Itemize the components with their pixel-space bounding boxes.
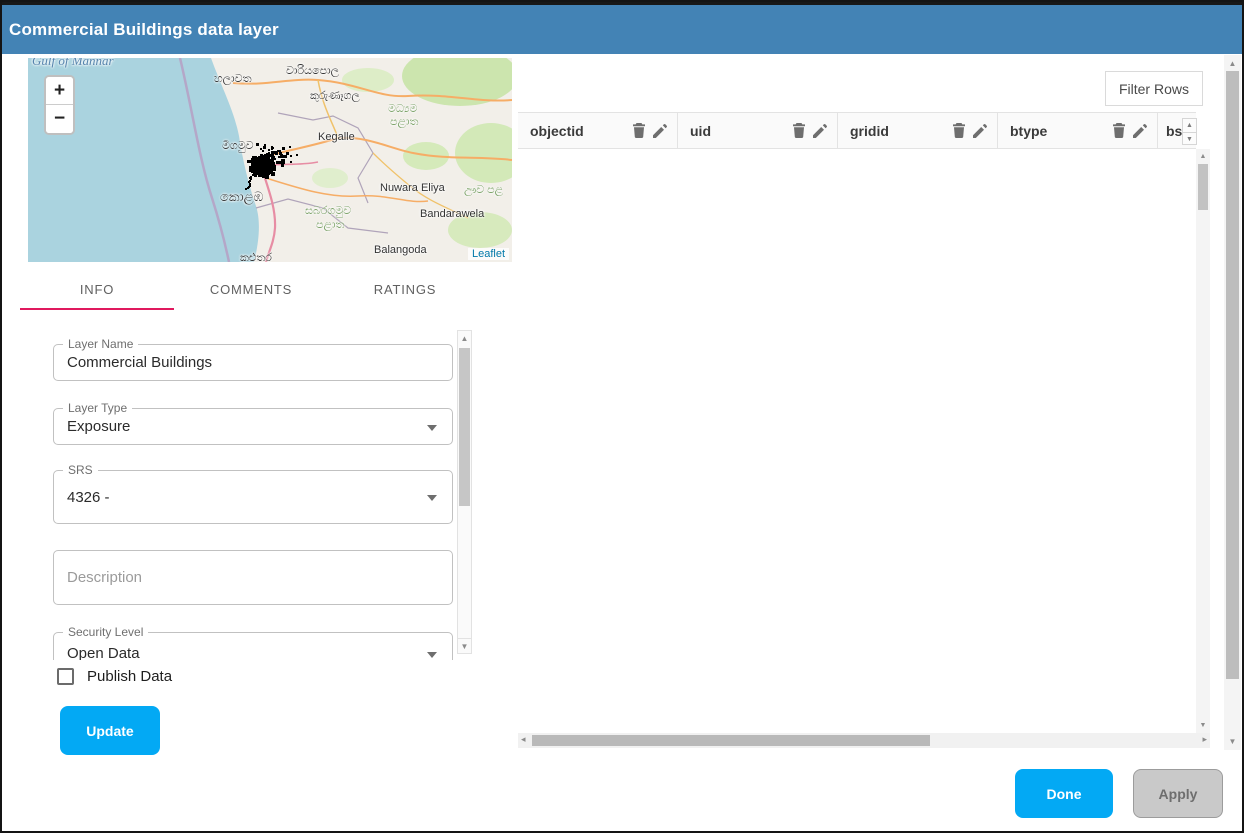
map[interactable]: Gulf of Mannar හලාවත වාරියපොල කුරුණෑගල මධ්‍ය…: [28, 58, 512, 262]
apply-button[interactable]: Apply: [1133, 769, 1223, 818]
delete-column-icon[interactable]: [632, 123, 646, 138]
scroll-left-icon[interactable]: ◂: [521, 734, 526, 745]
edit-column-icon[interactable]: [973, 124, 987, 138]
security-level-select[interactable]: Security Level Open Data: [53, 632, 453, 660]
map-zoom-out-button[interactable]: −: [46, 105, 73, 133]
tab-comments[interactable]: COMMENTS: [174, 268, 328, 310]
dialog: Commercial Buildings data layer Gulf o: [0, 0, 1244, 833]
dialog-scrollbar[interactable]: ▲ ▼: [1224, 55, 1241, 750]
column-header-gridid[interactable]: gridid: [838, 113, 998, 148]
table-vertical-scrollbar[interactable]: ▲ ▼: [1196, 149, 1210, 733]
map-place-label: මීගමුව: [222, 140, 254, 153]
column-header-bs[interactable]: bs▲▼: [1158, 113, 1196, 148]
dialog-title: Commercial Buildings data layer: [9, 20, 279, 40]
map-place-label: Balangoda: [374, 244, 427, 256]
scroll-down-icon[interactable]: ▼: [1224, 737, 1241, 746]
map-place-label: කුරුණෑගල: [310, 90, 360, 103]
layer-name-input[interactable]: [54, 345, 452, 380]
srs-value: 4326 -: [67, 471, 422, 523]
map-place-label: සබරගමුව: [305, 205, 351, 218]
publish-data-checkbox[interactable]: [57, 668, 74, 685]
form-scrollbar[interactable]: ▲ ▼: [457, 330, 472, 654]
layer-type-value: Exposure: [67, 409, 422, 444]
scroll-up-icon[interactable]: ▲: [458, 334, 471, 343]
column-header-objectid[interactable]: objectid: [518, 113, 678, 148]
map-place-label: හලාවත: [214, 73, 252, 86]
column-sort-spinner[interactable]: ▲▼: [1182, 118, 1197, 145]
publish-data-row: Publish Data: [57, 668, 172, 685]
column-header-label: gridid: [850, 123, 889, 139]
map-place-label: කළුතර: [240, 252, 272, 262]
dropdown-arrow-icon: [427, 652, 437, 658]
srs-select[interactable]: SRS 4326 -: [53, 470, 453, 524]
filter-rows-button[interactable]: Filter Rows: [1105, 71, 1203, 106]
description-input[interactable]: [54, 551, 452, 604]
table-hscrollbar-thumb[interactable]: [532, 735, 930, 746]
column-header-label: btype: [1010, 123, 1047, 139]
scroll-down-icon[interactable]: ▼: [1196, 722, 1210, 729]
map-place-label: Nuwara Eliya: [380, 182, 445, 194]
map-place-label: ඌව පළ: [464, 184, 503, 197]
map-place-label: Gulf of Mannar: [32, 58, 114, 69]
delete-column-icon[interactable]: [952, 123, 966, 138]
sort-up-icon[interactable]: ▲: [1183, 119, 1196, 133]
edit-column-icon[interactable]: [813, 124, 827, 138]
tab-comments-label: COMMENTS: [210, 282, 292, 297]
map-place-label: පළාත: [390, 116, 418, 129]
table-horizontal-scrollbar[interactable]: ◂ ▸: [518, 733, 1210, 748]
map-zoom-in-button[interactable]: +: [46, 77, 73, 105]
publish-data-label: Publish Data: [87, 668, 172, 685]
column-header-label: objectid: [530, 123, 584, 139]
scroll-right-icon[interactable]: ▸: [1202, 734, 1207, 745]
column-header-uid[interactable]: uid: [678, 113, 838, 148]
edit-column-icon[interactable]: [653, 124, 667, 138]
map-zoom-control: + −: [44, 75, 75, 135]
map-place-label: Kegalle: [318, 131, 355, 143]
map-place-label: වාරියපොල: [286, 65, 339, 78]
security-level-value: Open Data: [67, 633, 422, 660]
edit-column-icon[interactable]: [1133, 124, 1147, 138]
info-form: Layer Name Layer Type Exposure SRS 4326 …: [20, 322, 472, 660]
layer-name-field: Layer Name: [53, 344, 453, 381]
dropdown-arrow-icon: [427, 495, 437, 501]
dialog-titlebar: Commercial Buildings data layer: [2, 5, 1242, 54]
tab-info[interactable]: INFO: [20, 268, 174, 310]
column-header-label: uid: [690, 123, 711, 139]
table-body: [518, 149, 1196, 733]
map-basemap: [28, 58, 512, 262]
description-field: [53, 550, 453, 605]
map-place-label: පළාත: [316, 219, 344, 232]
done-button[interactable]: Done: [1015, 769, 1113, 818]
dropdown-arrow-icon: [427, 425, 437, 431]
dialog-scrollbar-thumb[interactable]: [1226, 71, 1239, 679]
tab-info-label: INFO: [80, 282, 114, 297]
map-place-label: මධ්‍යම: [388, 103, 417, 116]
delete-column-icon[interactable]: [1112, 123, 1126, 138]
map-place-label: කොළඹ: [220, 189, 263, 205]
delete-column-icon[interactable]: [792, 123, 806, 138]
column-header-label: bs: [1166, 123, 1182, 139]
form-scrollbar-thumb[interactable]: [459, 348, 470, 506]
tab-bar: INFO COMMENTS RATINGS: [20, 268, 482, 310]
tab-ratings-label: RATINGS: [374, 282, 436, 297]
scroll-up-icon[interactable]: ▲: [1196, 153, 1210, 160]
layer-type-select[interactable]: Layer Type Exposure: [53, 408, 453, 445]
scroll-up-icon[interactable]: ▲: [1224, 59, 1241, 68]
scroll-down-icon[interactable]: ▼: [458, 638, 471, 651]
table-vscrollbar-thumb[interactable]: [1198, 164, 1208, 210]
update-button[interactable]: Update: [60, 706, 160, 755]
leaflet-attribution-link[interactable]: Leaflet: [468, 248, 509, 260]
column-header-btype[interactable]: btype: [998, 113, 1158, 148]
map-place-label: Bandarawela: [420, 208, 484, 220]
tab-ratings[interactable]: RATINGS: [328, 268, 482, 310]
table-header: objectid uid gridid btype bs▲▼: [518, 112, 1196, 149]
sort-down-icon[interactable]: ▼: [1183, 133, 1196, 146]
